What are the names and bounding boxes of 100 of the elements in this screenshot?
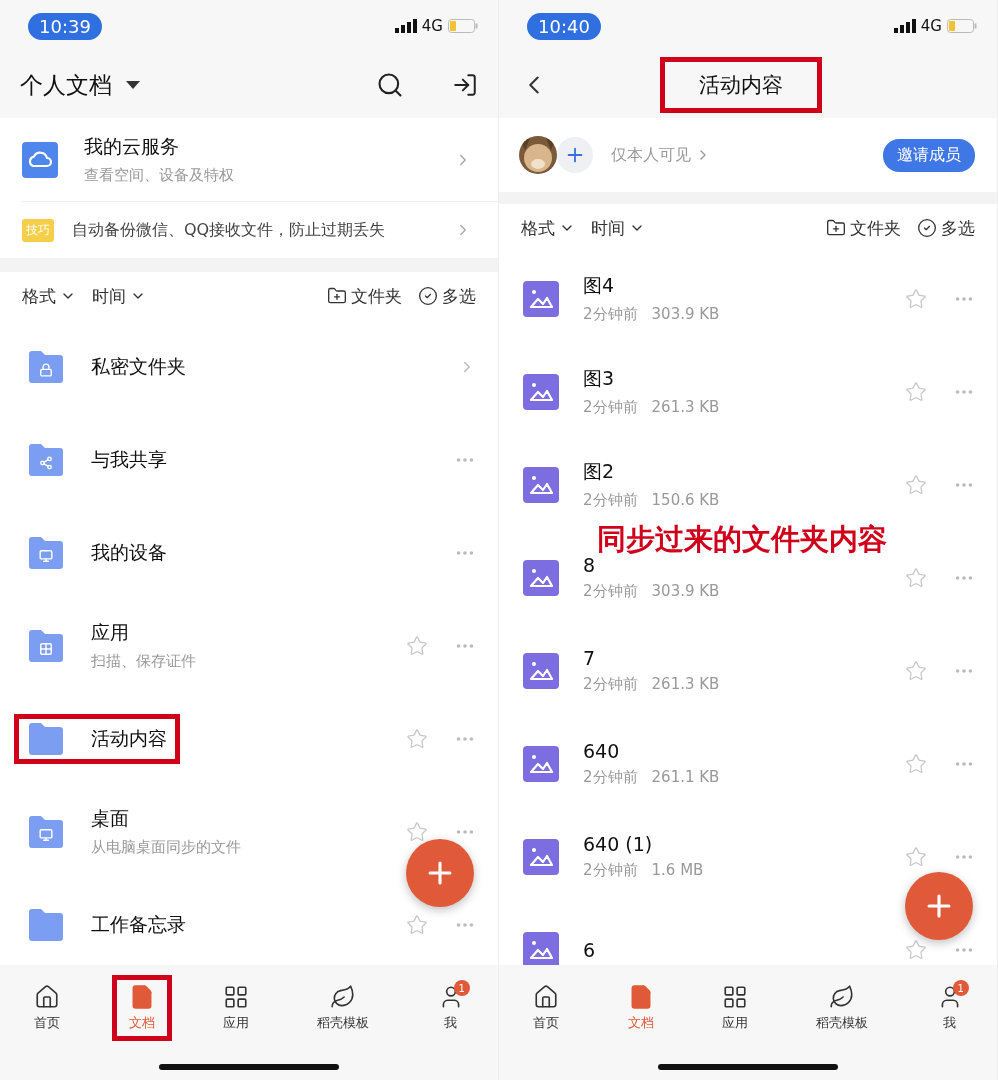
folder-description: 扫描、保存证件 (91, 652, 196, 671)
file-name[interactable]: 图4 (583, 273, 881, 299)
status-time: 10:40 (527, 12, 601, 40)
leaf-icon (829, 984, 856, 1010)
folder-entry[interactable]: 与我共享 (14, 434, 180, 485)
star-icon[interactable] (905, 566, 927, 589)
add-button[interactable] (406, 839, 474, 907)
nav-tab[interactable]: 首页 (516, 975, 577, 1041)
star-icon[interactable] (905, 380, 927, 403)
nav-tab[interactable]: 文档 (610, 975, 671, 1041)
folder-entry[interactable]: 桌面 从电脑桌面同步的文件 (14, 798, 254, 865)
star-icon[interactable] (905, 659, 927, 682)
image-file-icon (523, 745, 559, 782)
signal-icon (893, 19, 916, 33)
import-icon[interactable] (452, 72, 478, 98)
file-time: 2分钟前 (583, 305, 638, 324)
file-name[interactable]: 7 (583, 647, 881, 669)
image-file-icon (523, 280, 559, 317)
folder-entry[interactable]: 应用 扫描、保存证件 (14, 612, 209, 679)
battery-icon (448, 19, 478, 33)
house-icon (533, 984, 560, 1010)
star-icon[interactable] (406, 913, 428, 936)
file-size: 303.9 KB (651, 305, 720, 324)
filter-dropdown[interactable]: 时间 (591, 216, 645, 240)
filter-dropdown[interactable]: 格式 (22, 284, 76, 308)
search-icon[interactable] (376, 71, 404, 99)
nav-tab[interactable]: 首页 (17, 975, 78, 1041)
signal-icon (394, 19, 417, 33)
folder-entry[interactable]: 工作备忘录 (14, 899, 199, 950)
battery-icon (947, 19, 977, 33)
file-name[interactable]: 图2 (583, 459, 881, 485)
file-name[interactable]: 640 (583, 740, 881, 762)
invite-button[interactable]: 邀请成员 (883, 138, 975, 172)
glyph-icon (39, 362, 53, 377)
house-icon (34, 984, 61, 1010)
image-file-icon (523, 652, 559, 689)
folder-icon (27, 721, 65, 756)
star-icon[interactable] (905, 845, 927, 868)
check-circle-icon (418, 286, 438, 306)
star-icon[interactable] (406, 727, 428, 750)
image-file-icon (523, 373, 559, 410)
folder-name: 我的设备 (91, 539, 167, 565)
star-icon[interactable] (406, 634, 428, 657)
nav-tab[interactable]: 稻壳模板 (799, 975, 886, 1041)
folder-plus-icon (327, 286, 347, 306)
file-time: 2分钟前 (583, 491, 638, 510)
file-size: 261.3 KB (651, 675, 720, 694)
check-circle-icon (917, 218, 937, 238)
glyph-icon (39, 455, 53, 470)
star-icon[interactable] (905, 752, 927, 775)
file-name[interactable]: 6 (583, 938, 881, 961)
filter-dropdown[interactable]: 时间 (92, 284, 146, 308)
add-button[interactable] (905, 872, 973, 940)
new-folder-button[interactable]: 文件夹 (826, 216, 901, 240)
tip-text[interactable]: 自动备份微信、QQ接收文件，防止过期丢失 (72, 219, 436, 241)
status-time: 10:39 (28, 12, 102, 40)
file-name[interactable]: 图3 (583, 366, 881, 392)
nav-tab[interactable]: 稻壳模板 (300, 975, 387, 1041)
network-label: 4G (920, 17, 942, 35)
network-label: 4G (421, 17, 443, 35)
file-size: 1.6 MB (651, 861, 704, 880)
folder-entry[interactable]: 私密文件夹 (14, 341, 199, 392)
filter-dropdown[interactable]: 格式 (521, 216, 575, 240)
tip-badge: 技巧 (22, 218, 54, 242)
cloud-service-subtitle: 查看空间、设备及特权 (84, 166, 235, 185)
star-icon[interactable] (406, 820, 428, 843)
nav-tab[interactable]: 应用 (704, 975, 765, 1041)
folder-icon (27, 907, 65, 942)
file-time: 2分钟前 (583, 768, 638, 787)
new-folder-button[interactable]: 文件夹 (327, 284, 402, 308)
file-time: 2分钟前 (583, 861, 638, 880)
folder-name: 桌面 (91, 806, 130, 831)
image-file-icon (523, 559, 559, 596)
star-icon[interactable] (905, 473, 927, 496)
leaf-icon (330, 984, 357, 1010)
page-title[interactable]: 个人文档 (20, 69, 112, 101)
file-size: 261.3 KB (651, 398, 720, 417)
nav-tab[interactable]: 应用 (205, 975, 266, 1041)
multi-select-button[interactable]: 多选 (917, 216, 975, 240)
folder-name: 应用 (91, 620, 130, 645)
nav-tab[interactable]: 我 1 (420, 975, 481, 1041)
glyph-icon (39, 827, 53, 842)
folder-name: 工作备忘录 (91, 911, 186, 937)
star-icon[interactable] (905, 938, 927, 961)
nav-tab[interactable]: 我 1 (919, 975, 980, 1041)
folder-entry[interactable]: 我的设备 (14, 527, 180, 578)
folder-entry[interactable]: 活动内容 (14, 713, 180, 764)
notification-badge: 1 (453, 980, 470, 996)
file-time: 2分钟前 (583, 675, 638, 694)
glyph-icon (39, 548, 53, 563)
cloud-service-title[interactable]: 我的云服务 (84, 134, 428, 160)
multi-select-button[interactable]: 多选 (418, 284, 476, 308)
file-name[interactable]: 640 (1) (583, 833, 881, 855)
dropdown-caret-icon[interactable] (126, 81, 140, 89)
star-icon[interactable] (905, 287, 927, 310)
add-member-button[interactable] (557, 137, 593, 173)
file-size: 261.1 KB (651, 768, 720, 787)
nav-tab[interactable]: 文档 (111, 975, 172, 1041)
folder-name: 与我共享 (91, 446, 167, 472)
cloud-icon (22, 141, 58, 178)
